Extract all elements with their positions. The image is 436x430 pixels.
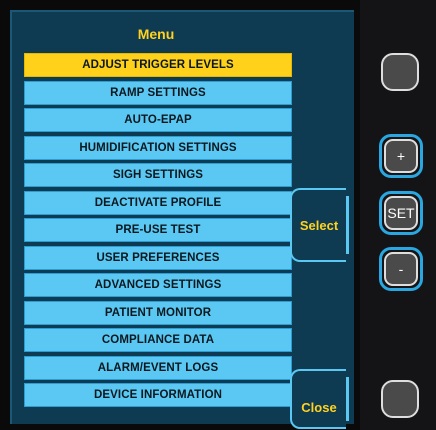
minus-button[interactable]: -: [384, 252, 418, 286]
menu-item-user-preferences[interactable]: USER PREFERENCES: [24, 245, 292, 270]
plus-button-ring: +: [379, 134, 423, 178]
menu-item-device-information[interactable]: DEVICE INFORMATION: [24, 383, 292, 407]
menu-list: ADJUST TRIGGER LEVELS RAMP SETTINGS AUTO…: [24, 53, 292, 411]
menu-item-patient-monitor[interactable]: PATIENT MONITOR: [24, 300, 292, 325]
menu-item-sigh-settings[interactable]: SIGH SETTINGS: [24, 163, 292, 187]
menu-item-compliance-data[interactable]: COMPLIANCE DATA: [24, 328, 292, 352]
menu-item-adjust-trigger-levels[interactable]: ADJUST TRIGGER LEVELS: [24, 53, 292, 77]
set-button-ring: SET: [379, 191, 423, 235]
select-label: Select: [299, 217, 339, 233]
menu-item-alarm-event-logs[interactable]: ALARM/EVENT LOGS: [24, 355, 292, 380]
menu-screen: Menu ADJUST TRIGGER LEVELS RAMP SETTINGS…: [10, 10, 354, 429]
close-softkey[interactable]: Close: [290, 369, 349, 429]
plus-button[interactable]: +: [384, 139, 418, 173]
bottom-hardware-button[interactable]: [381, 380, 419, 418]
menu-title: Menu: [137, 26, 175, 42]
menu-item-ramp-settings[interactable]: RAMP SETTINGS: [24, 80, 292, 105]
minus-button-ring: -: [379, 247, 423, 291]
menu-item-auto-epap[interactable]: AUTO-EPAP: [24, 108, 292, 132]
menu-item-pre-use-test[interactable]: PRE-USE TEST: [24, 218, 292, 242]
menu-item-humidification-settings[interactable]: HUMIDIFICATION SETTINGS: [24, 135, 292, 160]
select-softkey[interactable]: Select: [290, 188, 349, 262]
top-hardware-button[interactable]: [381, 53, 419, 91]
close-tab-indicator: [346, 377, 349, 421]
menu-item-deactivate-profile[interactable]: DEACTIVATE PROFILE: [24, 190, 292, 215]
select-tab-indicator: [346, 196, 349, 254]
menu-item-advanced-settings[interactable]: ADVANCED SETTINGS: [24, 273, 292, 297]
set-button[interactable]: SET: [384, 196, 418, 230]
close-label: Close: [301, 400, 337, 415]
